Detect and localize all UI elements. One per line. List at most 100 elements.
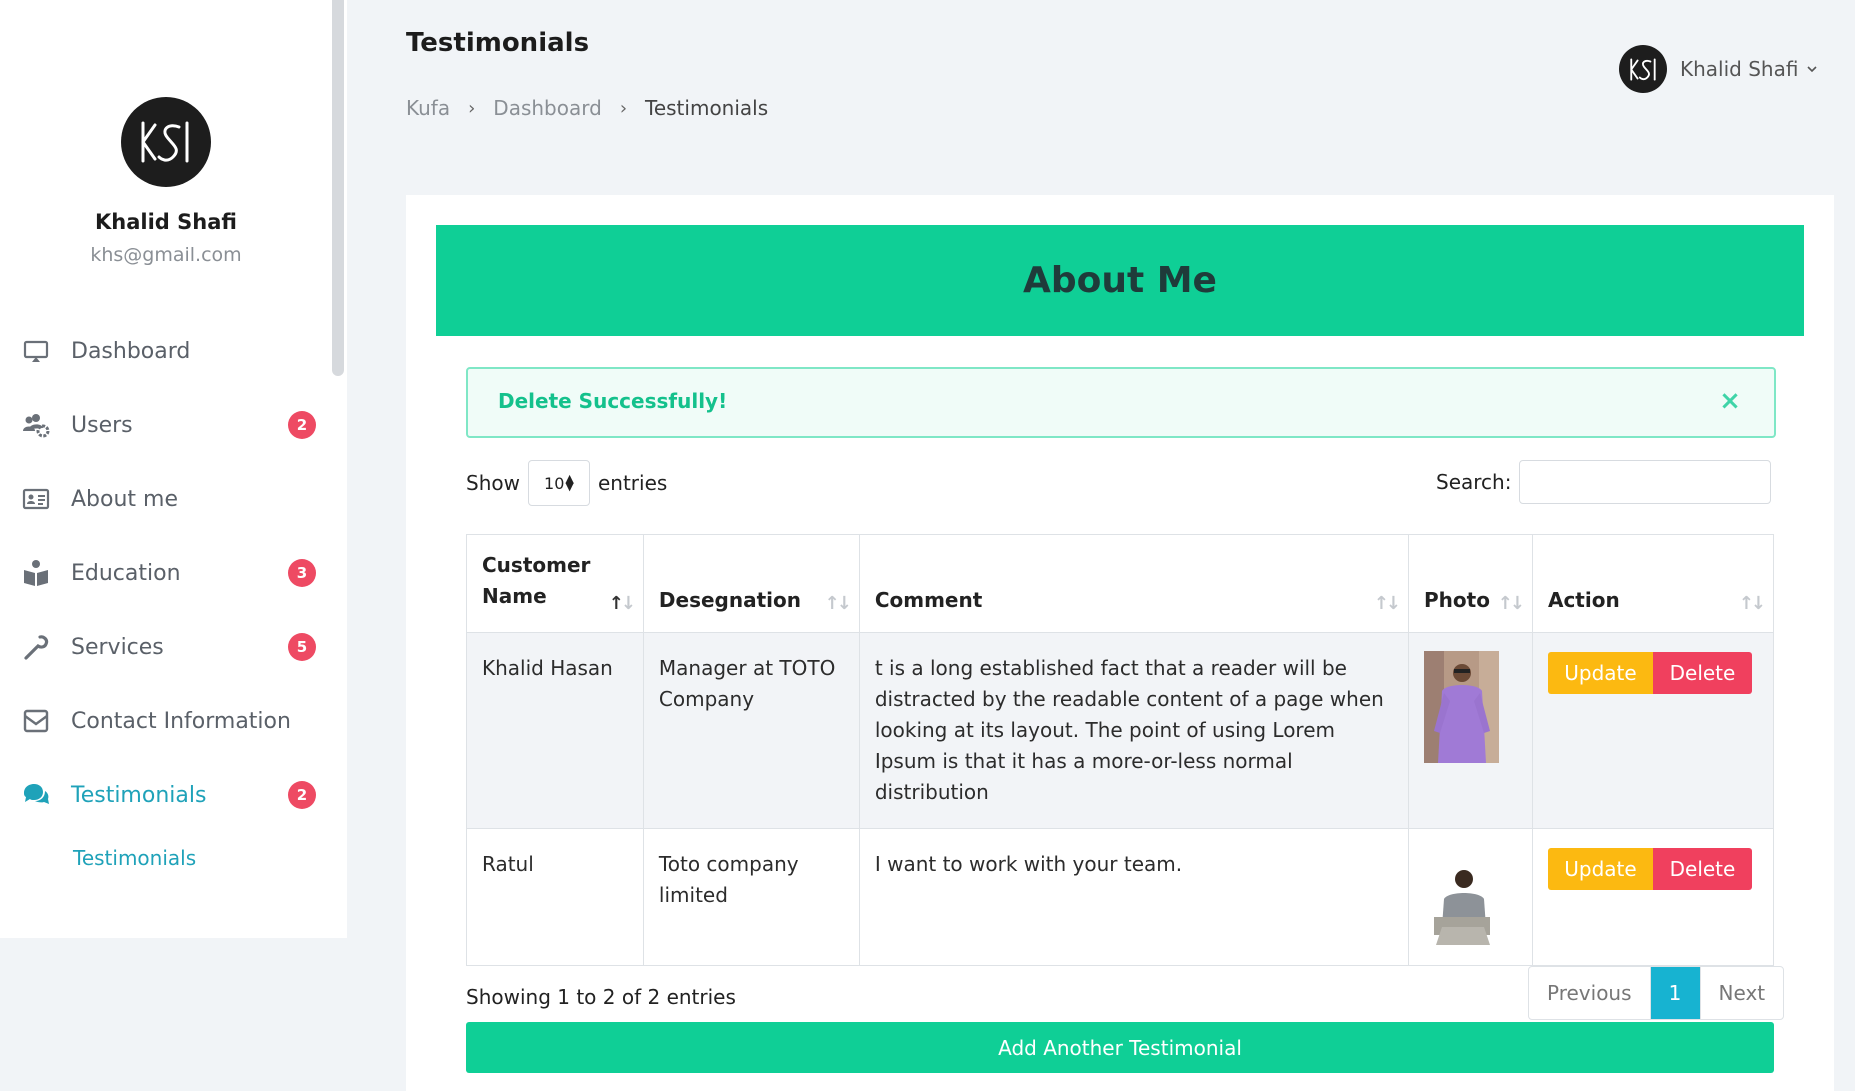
cell-photo (1408, 632, 1533, 829)
search-label: Search: (1436, 470, 1512, 494)
search-input[interactable] (1519, 460, 1772, 504)
breadcrumb-dashboard[interactable]: Dashboard (493, 96, 602, 120)
subnav-item-testimonials[interactable]: Testimonials (73, 846, 196, 870)
chevron-right-icon: › (619, 97, 628, 119)
column-header-comment[interactable]: Comment ↑↓ (858, 534, 1410, 633)
sidebar-item-label: Services (71, 634, 164, 660)
card-header: About Me (436, 225, 1804, 336)
column-label: Photo (1424, 588, 1490, 612)
sidebar-item-education[interactable]: Education 3 (0, 545, 332, 601)
cell-comment: I want to work with your team. (858, 828, 1410, 966)
chevron-down-icon (1807, 66, 1818, 73)
sidebar-item-dashboard[interactable]: Dashboard (0, 323, 332, 379)
page-title: Testimonials (406, 28, 590, 58)
cell-customer-name: Khalid Hasan (466, 632, 644, 829)
page-1-button[interactable]: 1 (1649, 967, 1700, 1019)
sidebar-item-users[interactable]: Users 2 (0, 397, 332, 453)
sidebar-item-label: Contact Information (71, 708, 291, 734)
table-info: Showing 1 to 2 of 2 entries (466, 985, 736, 1009)
breadcrumb-current: Testimonials (645, 96, 769, 120)
profile-email: khs@gmail.com (90, 244, 242, 266)
education-count-badge: 3 (288, 559, 316, 587)
length-suffix: entries (597, 471, 668, 495)
profile-avatar (121, 97, 211, 187)
services-count-badge: 5 (288, 633, 316, 661)
user-menu[interactable]: Khalid Shafi (1619, 45, 1818, 93)
sidebar-item-services[interactable]: Services 5 (0, 619, 332, 675)
monitor-icon (20, 335, 52, 367)
cell-photo (1408, 828, 1533, 966)
column-header-action[interactable]: Action ↑↓ (1531, 534, 1775, 633)
book-reader-icon (20, 557, 52, 589)
sort-icon: ↑↓ (1373, 593, 1401, 614)
sidebar-item-testimonials[interactable]: Testimonials 2 (0, 767, 332, 823)
sort-icon: ↑↓ (1497, 593, 1525, 614)
cell-designation: Manager at TOTO Company (642, 632, 860, 829)
column-label: Desegnation (658, 588, 802, 612)
update-button[interactable]: Update (1547, 848, 1653, 890)
column-label: Comment (874, 588, 983, 612)
breadcrumb: Kufa › Dashboard › Testimonials (406, 96, 768, 120)
entries-select[interactable]: 10 ▲ ▼ (527, 460, 590, 506)
customer-photo (1424, 865, 1500, 945)
length-prefix: Show (466, 471, 520, 495)
delete-button[interactable]: Delete (1652, 652, 1752, 694)
column-header-designation[interactable]: Desegnation ↑↓ (642, 534, 860, 633)
cell-action: Update Delete (1531, 632, 1775, 829)
chevron-right-icon: › (468, 97, 476, 119)
action-button-group: Update Delete (1547, 652, 1758, 694)
table-header-row: Customer Name ↑↓ Desegnation ↑↓ Comment … (466, 534, 1775, 633)
next-page-button[interactable]: Next (1699, 967, 1784, 1019)
sort-icon: ↑↓ (608, 593, 636, 614)
sidebar: Khalid Shafi khs@gmail.com Dashboard Use… (0, 0, 347, 938)
entries-select-value: 10 (544, 473, 565, 493)
sidebar-item-label: About me (71, 486, 179, 512)
table-row: Ratul Toto company limited I want to wor… (466, 828, 1775, 966)
close-icon[interactable]: × (1716, 387, 1744, 415)
cell-designation: Toto company limited (642, 828, 860, 966)
column-label: Customer Name (482, 553, 591, 608)
table-row: Khalid Hasan Manager at TOTO Company t i… (466, 632, 1775, 829)
success-alert: Delete Successfully! × (466, 367, 1776, 438)
sidebar-item-label: Testimonials (71, 782, 207, 808)
alert-message: Delete Successfully! (498, 389, 728, 413)
cell-customer-name: Ratul (466, 828, 644, 966)
comments-icon (20, 779, 52, 811)
user-name: Khalid Shafi (1680, 57, 1799, 81)
envelope-icon (20, 705, 52, 737)
wrench-icon (20, 631, 52, 663)
column-header-customer-name[interactable]: Customer Name ↑↓ (466, 534, 644, 633)
testimonials-table: Customer Name ↑↓ Desegnation ↑↓ Comment … (466, 534, 1775, 966)
id-card-icon (20, 483, 52, 515)
users-cog-icon (20, 409, 52, 441)
ks-logo-icon (1629, 57, 1656, 81)
sort-icon: ↑↓ (824, 593, 852, 614)
sort-icon: ↑↓ (1738, 593, 1766, 614)
search-control: Search: (1436, 460, 1772, 504)
avatar (1619, 45, 1667, 93)
pagination: Previous 1 Next (1528, 966, 1785, 1020)
delete-button[interactable]: Delete (1652, 848, 1752, 890)
previous-page-button[interactable]: Previous (1529, 967, 1650, 1019)
testimonials-card: About Me Delete Successfully! × Show 10 … (406, 195, 1834, 1091)
sidebar-item-label: Users (71, 412, 133, 438)
action-button-group: Update Delete (1547, 848, 1758, 890)
sidebar-item-label: Education (71, 560, 181, 586)
sidebar-item-about-me[interactable]: About me (0, 471, 332, 527)
users-count-badge: 2 (288, 411, 316, 439)
sidebar-item-label: Dashboard (71, 338, 191, 364)
sidebar-scrollbar[interactable] (332, 0, 344, 376)
card-title: About Me (1023, 260, 1217, 301)
column-header-photo[interactable]: Photo ↑↓ (1408, 534, 1533, 633)
column-label: Action (1547, 588, 1620, 612)
sort-arrows-icon: ▲ ▼ (565, 472, 574, 493)
entries-length-control: Show 10 ▲ ▼ entries (466, 460, 667, 506)
cell-action: Update Delete (1531, 828, 1775, 966)
sidebar-item-contact-information[interactable]: Contact Information (0, 693, 332, 749)
update-button[interactable]: Update (1547, 652, 1653, 694)
breadcrumb-kufa[interactable]: Kufa (406, 96, 450, 120)
cell-comment: t is a long established fact that a read… (858, 632, 1410, 829)
add-testimonial-button[interactable]: Add Another Testimonial (466, 1022, 1774, 1073)
customer-photo (1424, 651, 1500, 763)
testimonials-count-badge: 2 (288, 781, 316, 809)
